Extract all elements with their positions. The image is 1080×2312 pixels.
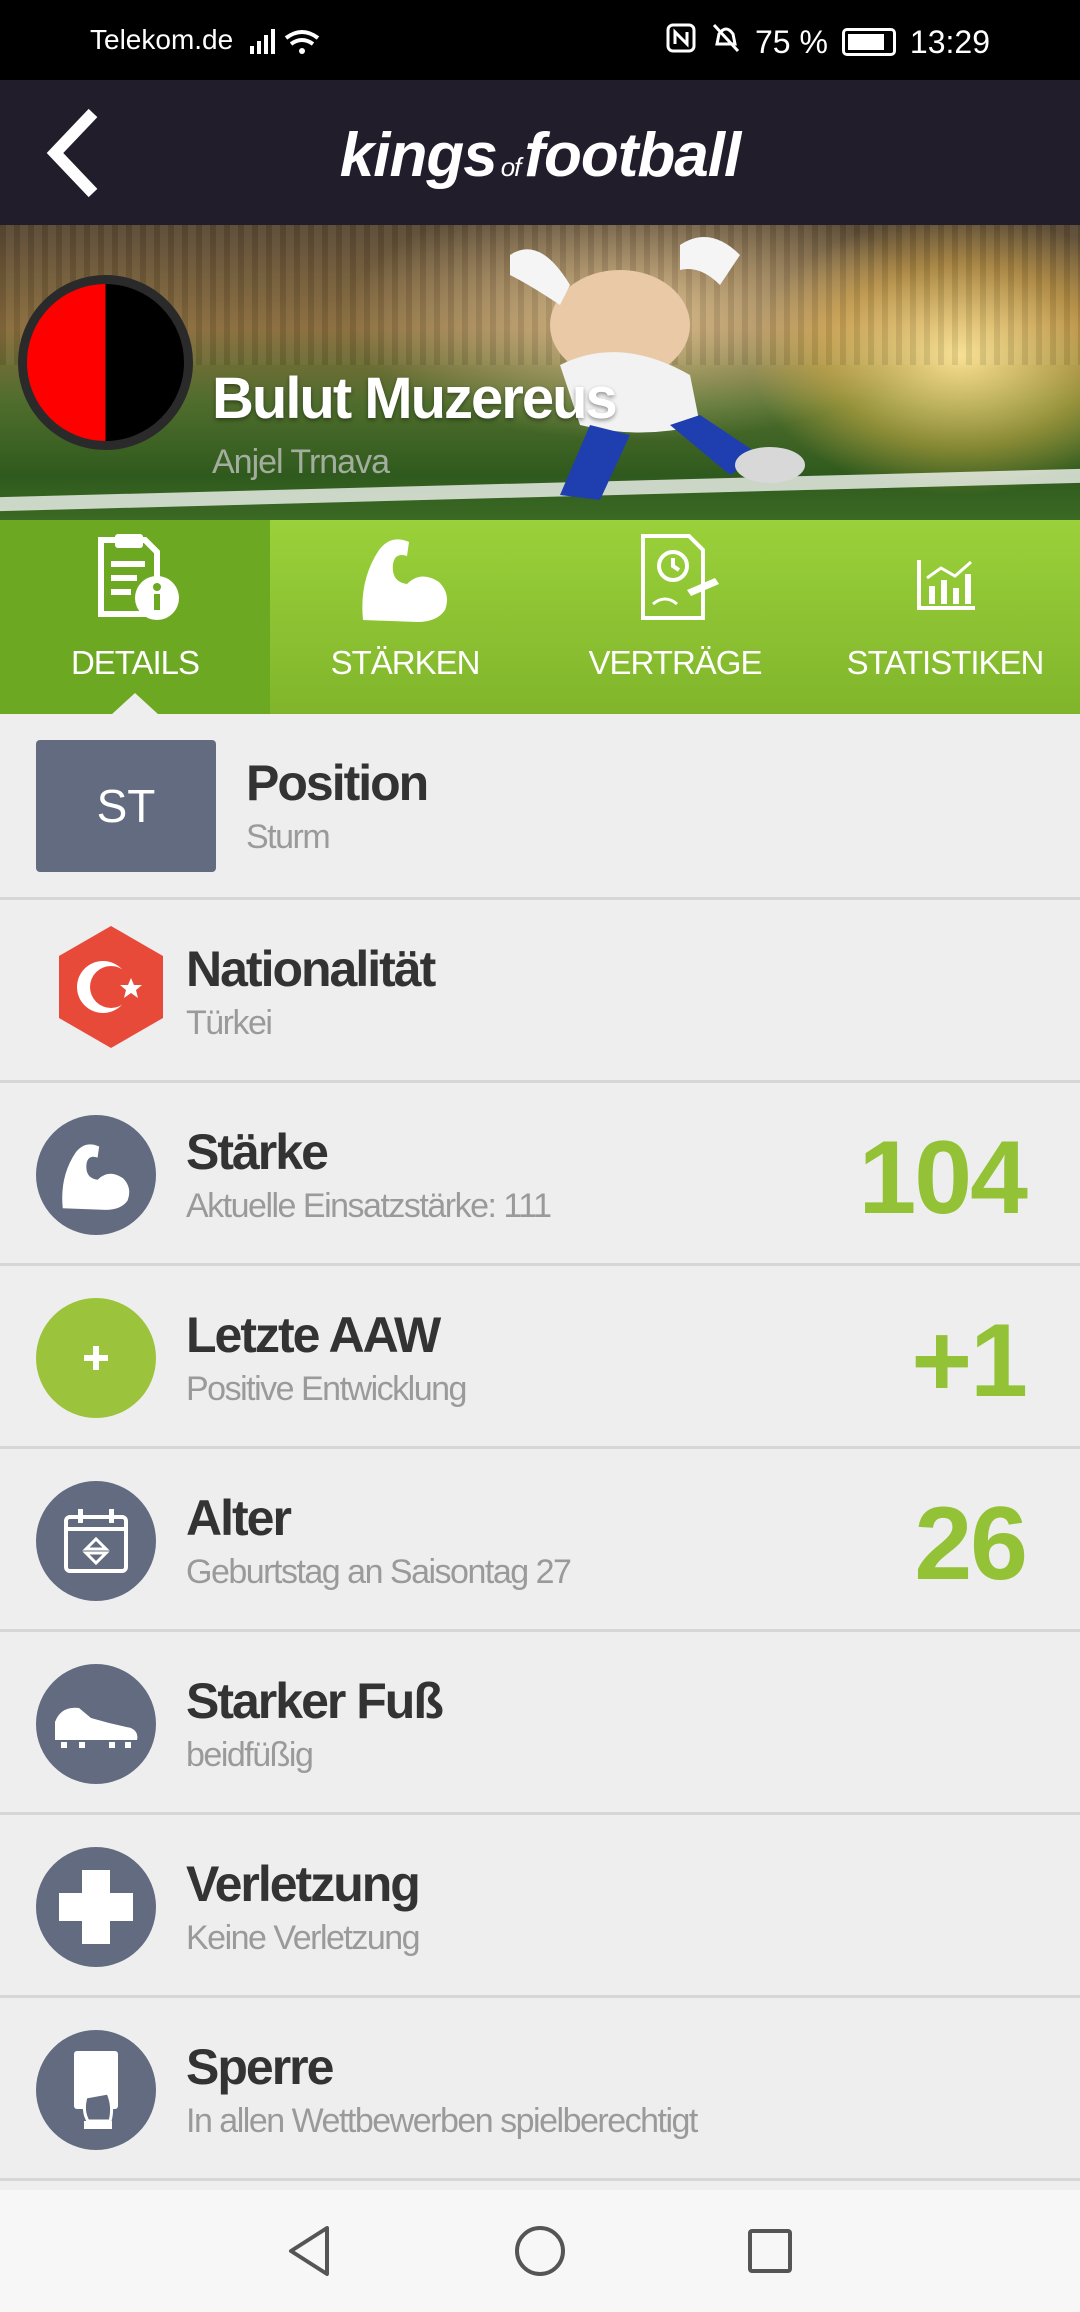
nav-home-button[interactable] <box>425 2224 655 2278</box>
nationality-title: Nationalität <box>186 941 436 997</box>
details-icon <box>98 534 179 620</box>
age-sub: Geburtstag an Saisontag 27 <box>186 1553 572 1591</box>
circle-home-icon <box>515 2226 565 2276</box>
position-badge: ST <box>36 740 216 872</box>
status-bar: Telekom.de 75 % 13:29 <box>0 0 1080 80</box>
tab-statistiken-label: STATISTIKEN <box>846 644 1045 681</box>
mute-bell-icon <box>711 22 741 62</box>
brand-of: of <box>500 152 522 182</box>
player-header: Bulut Muzereus Anjel Trnava <box>0 225 1080 520</box>
strength-sub: Aktuelle Einsatzstärke: 111 <box>186 1187 552 1225</box>
brand-kings: kings <box>339 121 498 190</box>
chart-icon <box>917 560 975 610</box>
app-bar: kings offootball <box>0 80 1080 225</box>
strong-foot-row: Starker Fuß beidfüßig <box>0 1632 1080 1815</box>
tab-statistiken[interactable]: STATISTIKEN <box>810 520 1080 714</box>
clock: 13:29 <box>909 23 990 60</box>
calendar-icon <box>36 1481 156 1601</box>
player-details-list: ST Position Sturm Nationalität Türkei St… <box>0 714 1080 2181</box>
tab-staerken[interactable]: STÄRKEN <box>270 520 540 714</box>
strength-value: 104 <box>858 1120 1028 1236</box>
triangle-back-icon <box>289 2226 329 2276</box>
strong-foot-value: beidfüßig <box>186 1736 314 1774</box>
last-aaw-value: +1 <box>911 1303 1028 1419</box>
suspension-title: Sperre <box>186 2039 334 2095</box>
strong-foot-title: Starker Fuß <box>186 1673 444 1729</box>
medical-cross-icon <box>36 1847 156 1967</box>
muscle-icon <box>362 539 447 622</box>
suspension-value: In allen Wettbewerben spielberechtigt <box>186 2102 698 2140</box>
player-name: Bulut Muzereus <box>212 366 618 431</box>
tab-bar: DETAILS STÄRKEN VERTRÄGE STATISTIKEN <box>0 520 1080 715</box>
turkey-flag-icon <box>59 926 163 1048</box>
suspension-row: Sperre In allen Wettbewerben spielberech… <box>0 1998 1080 2181</box>
nationality-row: Nationalität Türkei <box>0 900 1080 1083</box>
age-value: 26 <box>914 1486 1028 1602</box>
contract-icon <box>641 534 719 620</box>
position-value: Sturm <box>246 818 331 856</box>
age-row: Alter Geburtstag an Saisontag 27 26 <box>0 1449 1080 1632</box>
brand-football: football <box>524 121 741 190</box>
club-name[interactable]: Anjel Trnava <box>212 443 390 482</box>
battery-percent: 75 % <box>754 23 828 60</box>
last-aaw-sub: Positive Entwicklung <box>186 1370 467 1408</box>
club-logo <box>18 275 193 450</box>
tab-staerken-label: STÄRKEN <box>330 644 481 681</box>
app-logo: kings offootball <box>0 120 1080 191</box>
nfc-icon <box>665 22 697 62</box>
carrier-label: Telekom.de <box>90 24 234 55</box>
square-recents-icon <box>748 2229 792 2273</box>
muscle-icon <box>36 1115 156 1235</box>
plus-icon <box>36 1298 156 1418</box>
position-title: Position <box>246 755 429 811</box>
system-nav-bar <box>0 2190 1080 2312</box>
football-boot-icon <box>36 1664 156 1784</box>
nationality-value: Türkei <box>186 1004 273 1042</box>
injury-title: Verletzung <box>186 1856 421 1912</box>
last-aaw-row: Letzte AAW Positive Entwicklung +1 <box>0 1266 1080 1449</box>
position-row: ST Position Sturm <box>0 714 1080 900</box>
nav-recents-button[interactable] <box>655 2226 885 2276</box>
referee-card-icon <box>36 2030 156 2150</box>
tab-vertraege-label: VERTRÄGE <box>588 644 763 681</box>
signal-wifi-icon <box>250 26 330 63</box>
age-title: Alter <box>186 1490 292 1546</box>
injury-row: Verletzung Keine Verletzung <box>0 1815 1080 1998</box>
strength-title: Stärke <box>186 1124 329 1180</box>
nav-back-button[interactable] <box>195 2224 425 2278</box>
strength-row: Stärke Aktuelle Einsatzstärke: 111 104 <box>0 1083 1080 1266</box>
last-aaw-title: Letzte AAW <box>186 1307 441 1363</box>
injury-value: Keine Verletzung <box>186 1919 421 1957</box>
tab-vertraege[interactable]: VERTRÄGE <box>540 520 810 714</box>
tab-details-label: DETAILS <box>70 644 200 681</box>
battery-icon <box>841 28 896 56</box>
tab-details[interactable]: DETAILS <box>0 520 270 715</box>
